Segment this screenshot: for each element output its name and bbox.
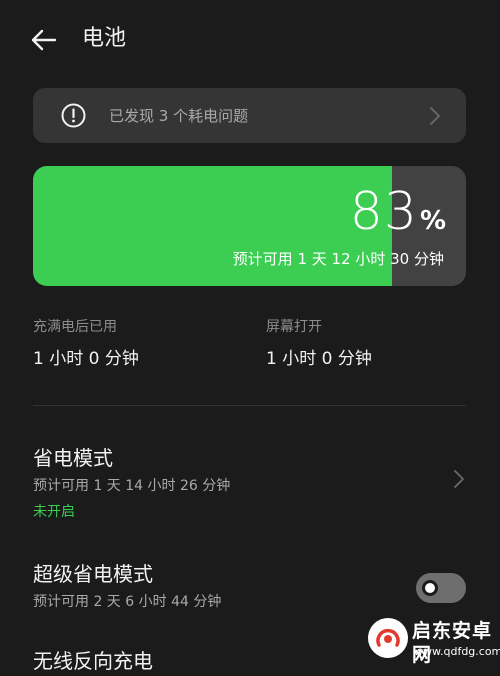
battery-estimate: 预计可用 1 天 12 小时 30 分钟: [232, 250, 444, 268]
super-power-saving-title: 超级省电模式: [33, 562, 153, 586]
chevron-right-icon: [454, 470, 464, 488]
toggle-knob: [422, 580, 438, 596]
power-saving-mode-item[interactable]: 省电模式 预计可用 1 天 14 小时 26 分钟 未开启: [33, 443, 466, 523]
battery-percentage-unit: %: [419, 206, 446, 236]
back-button[interactable]: [26, 22, 62, 58]
stat-value: 1 小时 0 分钟: [266, 349, 372, 369]
stat-label: 屏幕打开: [266, 319, 322, 335]
battery-level-card: 83% 预计可用 1 天 12 小时 30 分钟: [33, 166, 466, 286]
arrow-left-icon: [31, 29, 57, 51]
alert-text: 已发现 3 个耗电问题: [109, 107, 249, 125]
watermark-url: www.qdfdg.com: [414, 645, 500, 658]
super-power-saving-toggle[interactable]: [416, 573, 466, 603]
stat-label: 充满电后已用: [33, 319, 117, 335]
power-saving-title: 省电模式: [33, 446, 113, 470]
power-saving-status: 未开启: [33, 504, 75, 520]
battery-percentage: 83%: [350, 180, 446, 256]
power-issue-alert[interactable]: 已发现 3 个耗电问题: [33, 88, 466, 143]
app-bar: 电池: [0, 0, 500, 80]
super-power-saving-item: 超级省电模式 预计可用 2 天 6 小时 44 分钟: [33, 559, 466, 613]
stat-value: 1 小时 0 分钟: [33, 349, 139, 369]
super-power-saving-estimate: 预计可用 2 天 6 小时 44 分钟: [33, 594, 222, 610]
watermark-logo-icon: [368, 618, 408, 658]
watermark: 启东安卓网 www.qdfdg.com: [368, 612, 500, 666]
divider: [33, 405, 466, 406]
stat-screen-on: 屏幕打开 1 小时 0 分钟: [266, 316, 372, 372]
exclamation-circle-icon: [61, 103, 86, 128]
watermark-title: 启东安卓网: [412, 620, 493, 666]
page-title: 电池: [82, 26, 127, 51]
battery-percentage-number: 83: [349, 182, 418, 242]
stat-since-full-charge: 充满电后已用 1 小时 0 分钟: [33, 316, 139, 372]
power-saving-estimate: 预计可用 1 天 14 小时 26 分钟: [33, 478, 231, 494]
chevron-right-icon: [430, 107, 440, 125]
